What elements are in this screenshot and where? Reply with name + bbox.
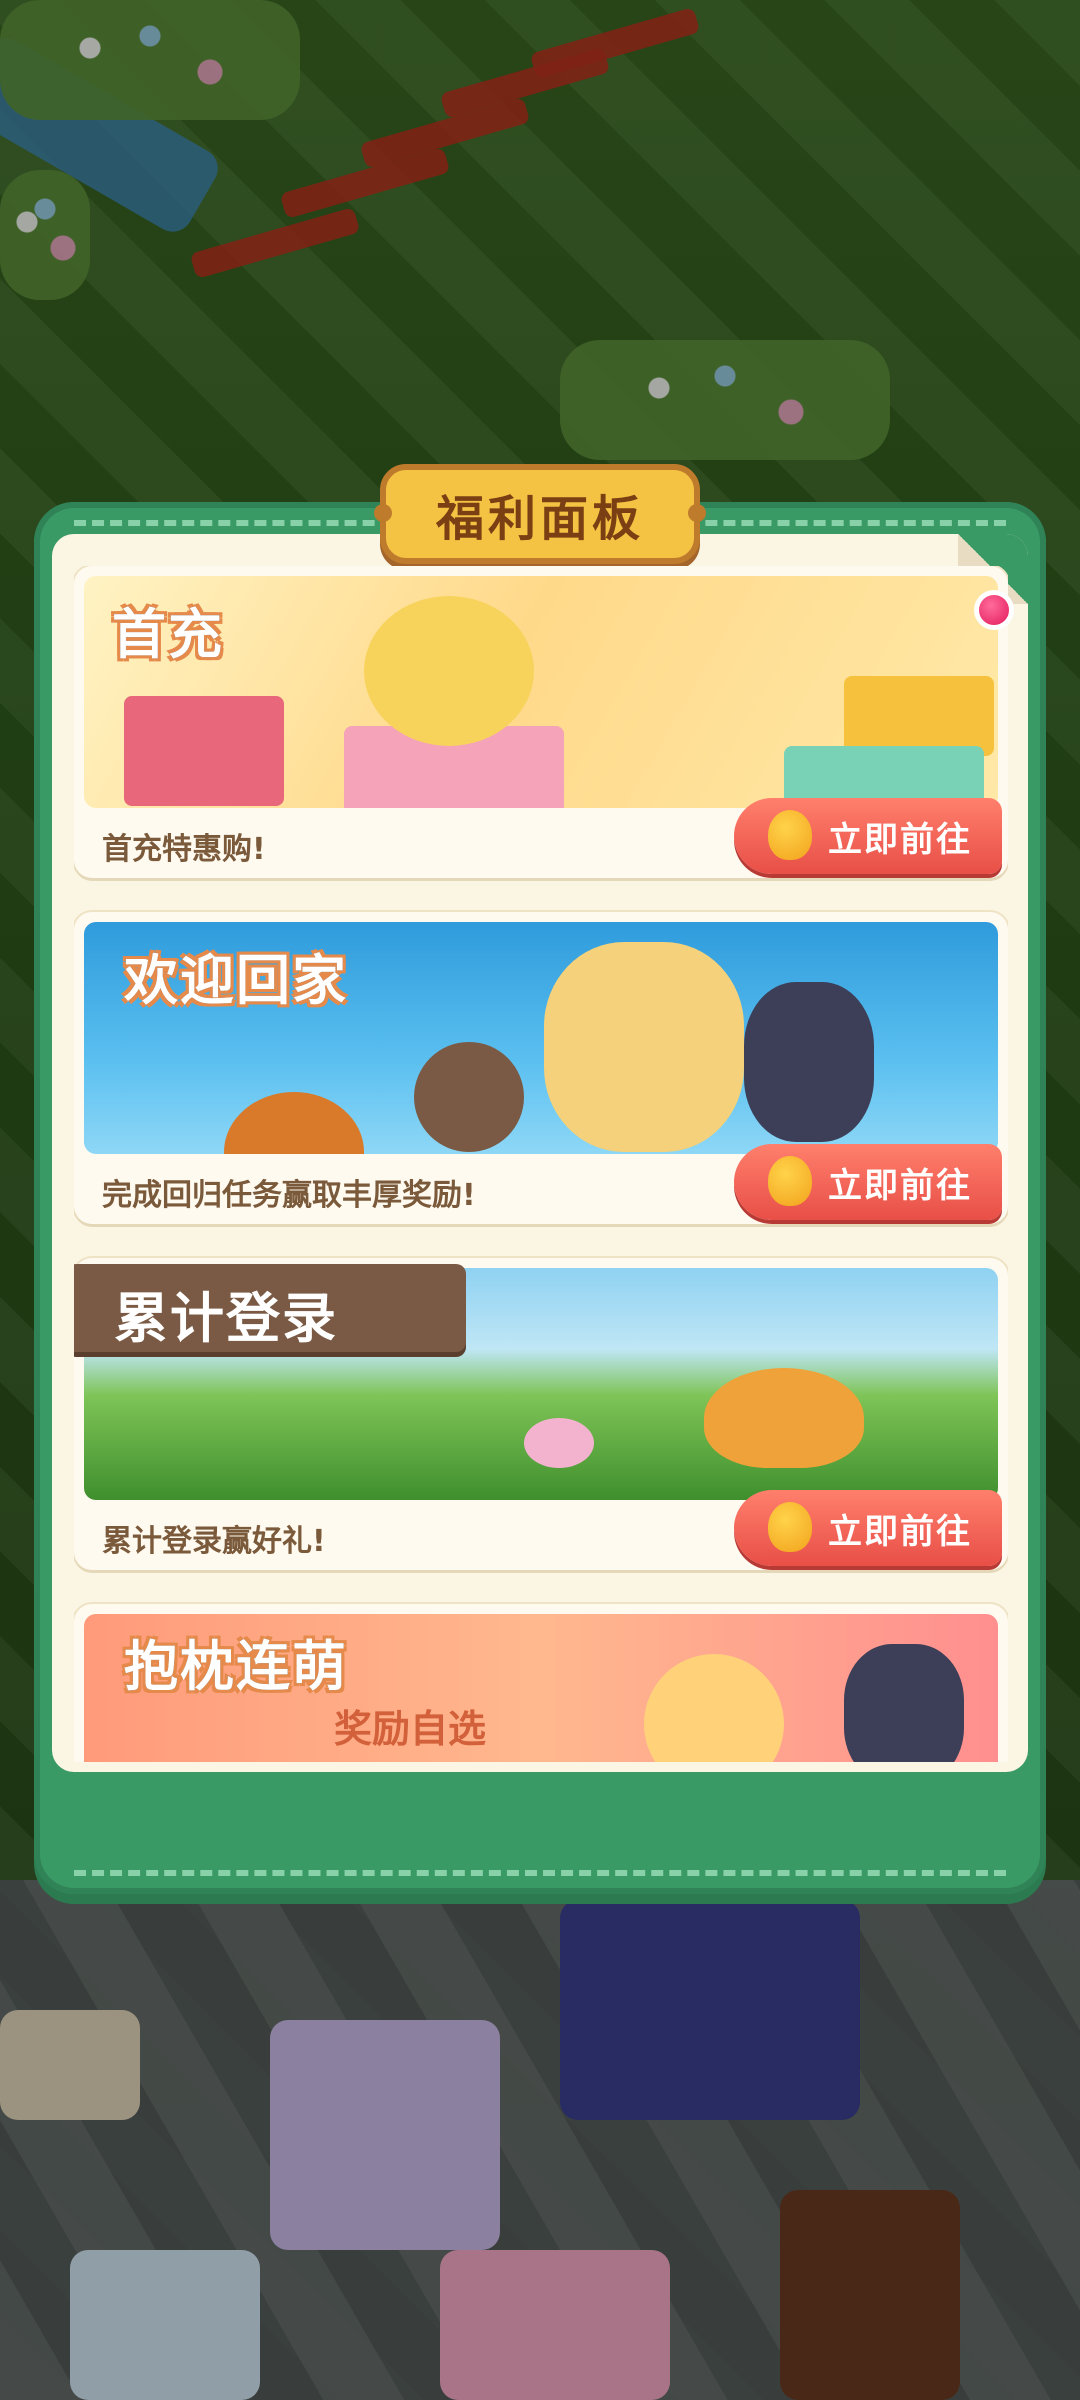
card-description: 首充特惠购!	[102, 832, 266, 867]
button-label: 立即前往	[828, 1511, 972, 1552]
banner-subtitle: 奖励自选	[334, 1707, 487, 1751]
chick-character	[224, 1092, 364, 1154]
bear-character	[414, 1042, 524, 1152]
chick-icon	[768, 1156, 812, 1206]
chick-icon	[768, 810, 812, 860]
pillow-item	[644, 1654, 784, 1762]
chick-icon	[768, 1502, 812, 1552]
card-pillow-collab[interactable]: 抱枕连萌 奖励自选	[74, 1604, 1008, 1762]
banner-title: 累计登录	[114, 1287, 338, 1350]
card-description: 完成回归任务赢取丰厚奖励!	[102, 1178, 476, 1213]
pig-character	[524, 1418, 594, 1468]
banner-title: 欢迎回家	[124, 949, 348, 1012]
banner-title: 抱枕连萌	[124, 1635, 348, 1698]
notification-dot-icon	[974, 590, 1014, 630]
gift-box	[124, 696, 284, 806]
chick-character	[704, 1368, 864, 1468]
gift-box	[844, 676, 994, 756]
welfare-card-list[interactable]: 首充 首充特惠购! 立即前往 欢迎回家 完成回归任务赢取丰厚奖励! 立即前往 累…	[74, 566, 1008, 1762]
banner-title: 首充	[112, 603, 224, 666]
go-now-button[interactable]: 立即前往	[734, 798, 1002, 874]
button-label: 立即前往	[828, 819, 972, 860]
card-first-recharge[interactable]: 首充 首充特惠购! 立即前往	[74, 566, 1008, 878]
go-now-button[interactable]: 立即前往	[734, 1490, 1002, 1566]
gift-box	[784, 746, 984, 806]
button-label: 立即前往	[828, 1165, 972, 1206]
pillow-collab-banner: 抱枕连萌 奖励自选	[84, 1614, 998, 1762]
card-cumulative-login[interactable]: 累计登录 累计登录赢好礼! 立即前往	[74, 1258, 1008, 1570]
card-description: 累计登录赢好礼!	[102, 1524, 326, 1559]
panel-title: 福利面板	[435, 491, 644, 547]
cat-character	[544, 942, 744, 1152]
welcome-back-banner: 欢迎回家	[84, 922, 998, 1154]
panel-title-plate: 福利面板	[374, 464, 706, 564]
cat-character	[844, 1644, 964, 1762]
black-cat-character	[744, 982, 874, 1142]
cat-character	[364, 596, 534, 746]
card-welcome-back[interactable]: 欢迎回家 完成回归任务赢取丰厚奖励! 立即前往	[74, 912, 1008, 1224]
first-recharge-banner: 首充	[84, 576, 998, 808]
go-now-button[interactable]: 立即前往	[734, 1144, 1002, 1220]
stitch-decoration	[74, 1870, 1006, 1876]
